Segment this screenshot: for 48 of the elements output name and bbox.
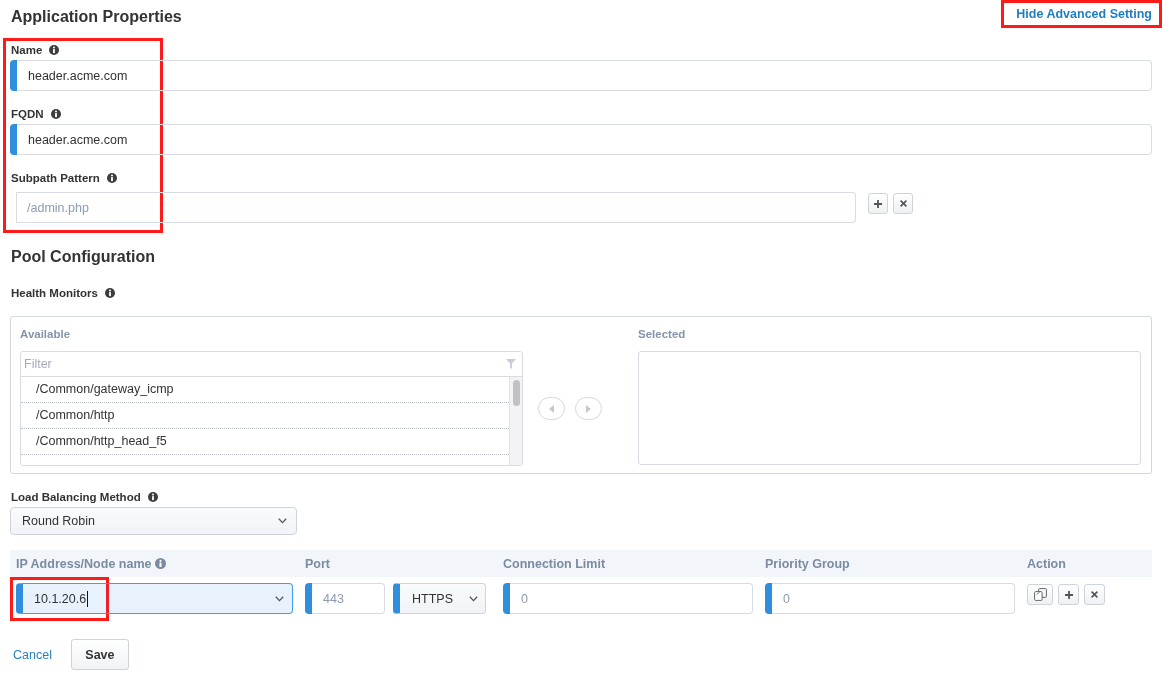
filter-field[interactable]: Filter xyxy=(21,352,506,376)
list-item[interactable]: /Common/http_head_f5 xyxy=(21,429,509,455)
scrollbar-thumb[interactable] xyxy=(512,380,520,406)
column-header: Port xyxy=(305,556,330,571)
dropdown[interactable]: HTTPS xyxy=(393,583,486,614)
close-icon xyxy=(899,200,907,207)
text-field[interactable]: 0 xyxy=(510,583,753,614)
text-field[interactable]: 443 xyxy=(312,583,385,614)
plus-icon xyxy=(1064,590,1073,599)
text-cursor-icon xyxy=(87,590,89,607)
column-header: Priority Group xyxy=(765,556,850,571)
text-field[interactable]: header.acme.com xyxy=(17,60,1152,91)
copy-icon xyxy=(1033,588,1047,601)
cancel-link[interactable]: Cancel xyxy=(13,647,52,662)
close-icon xyxy=(1091,591,1098,598)
text-field[interactable]: header.acme.com xyxy=(17,124,1152,155)
caret-left-icon xyxy=(549,404,554,413)
column-header: Action xyxy=(1027,556,1066,571)
field-label: Name xyxy=(11,43,43,57)
list-item[interactable]: /Common/gateway_icmp xyxy=(21,377,509,403)
field-label: Health Monitors xyxy=(11,286,98,300)
list-item[interactable]: /Common/http xyxy=(21,403,509,429)
section-title: Pool Configuration xyxy=(11,247,155,267)
copy-button[interactable] xyxy=(1027,584,1053,605)
text-field[interactable]: /admin.php xyxy=(17,192,856,223)
dropdown[interactable]: Round Robin xyxy=(10,507,297,535)
column-label: Available xyxy=(20,327,71,341)
plus-icon xyxy=(874,199,882,208)
column-header: Connection Limit xyxy=(503,556,606,571)
filter-icon xyxy=(506,359,516,369)
node-combobox[interactable]: 10.1.20.6 xyxy=(16,583,293,614)
save-button[interactable]: Save xyxy=(70,639,129,670)
chevron-down-icon xyxy=(278,518,287,524)
remove-button[interactable] xyxy=(1084,584,1105,605)
field-label: Subpath Pattern xyxy=(11,171,100,185)
caret-right-icon xyxy=(586,404,591,413)
section-title: Application Properties xyxy=(11,7,182,27)
remove-button[interactable] xyxy=(893,193,913,214)
field-label: Load Balancing Method xyxy=(11,490,141,504)
chevron-down-icon xyxy=(275,595,284,602)
add-button[interactable] xyxy=(868,193,888,214)
text-field[interactable]: 0 xyxy=(772,583,1015,614)
column-header: IP Address/Node name xyxy=(16,556,152,571)
add-button[interactable] xyxy=(1058,584,1079,605)
chevron-down-icon xyxy=(469,595,478,602)
column-label: Selected xyxy=(638,327,686,341)
advanced-setting-link[interactable]: Hide Advanced Setting xyxy=(1001,0,1162,28)
field-label: FQDN xyxy=(11,107,44,121)
